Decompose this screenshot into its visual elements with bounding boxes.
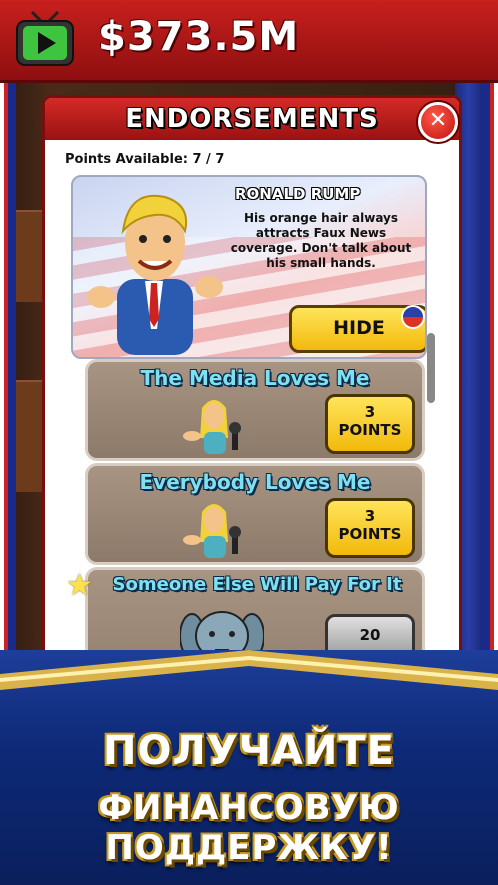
endorsement-title: Everybody Loves Me — [139, 470, 371, 494]
money-bar: $373.5M — [0, 0, 498, 83]
money-amount: $373.5M — [98, 14, 300, 60]
gold-ribbon — [0, 650, 498, 690]
panel-header: ENDORSEMENTS ✕ — [45, 98, 459, 142]
reporter-icon — [183, 504, 241, 558]
panel-title: ENDORSEMENTS — [125, 104, 379, 134]
points-button[interactable]: 3 POINTS — [325, 394, 415, 454]
candidate-card: RONALD RUMP His orange hair always attra… — [71, 175, 427, 359]
promo-line-2: ФИНАНСОВУЮ ПОДДЕРЖКУ! — [98, 788, 400, 868]
points-label: POINTS — [338, 525, 402, 543]
endorsements-panel: ENDORSEMENTS ✕ Points Available: 7 / 7 R… — [42, 95, 462, 701]
endorsement-title: Someone Else Will Pay For It — [112, 574, 402, 595]
star-icon: ★ — [67, 568, 93, 603]
candidate-name: RONALD RUMP — [235, 185, 361, 203]
flag-stripe-left — [0, 80, 16, 680]
scrollbar[interactable] — [427, 333, 435, 403]
endorsement-list[interactable]: RONALD RUMP His orange hair always attra… — [67, 173, 439, 693]
flag-stripe-right — [482, 80, 498, 680]
endorsement-card: The Media Loves Me 3 POINTS — [85, 359, 425, 461]
party-icon — [401, 305, 425, 329]
candidate-description: His orange hair always attracts Faux New… — [230, 211, 412, 270]
points-value: 3 — [364, 403, 376, 421]
endorsement-card: Everybody Loves Me 3 POINTS — [85, 463, 425, 565]
points-label: POINTS — [338, 421, 402, 439]
tv-play-icon[interactable] — [14, 8, 76, 70]
points-value: 3 — [364, 507, 376, 525]
points-value: 20 — [359, 626, 381, 644]
points-button[interactable]: 3 POINTS — [325, 498, 415, 558]
close-icon[interactable]: ✕ — [418, 102, 458, 142]
promo-line-1: ПОЛУЧАЙТЕ — [103, 728, 395, 774]
endorsement-title: The Media Loves Me — [140, 366, 370, 390]
reporter-icon — [183, 400, 241, 454]
candidate-portrait — [87, 194, 223, 355]
points-available: Points Available: 7 / 7 — [65, 152, 225, 167]
